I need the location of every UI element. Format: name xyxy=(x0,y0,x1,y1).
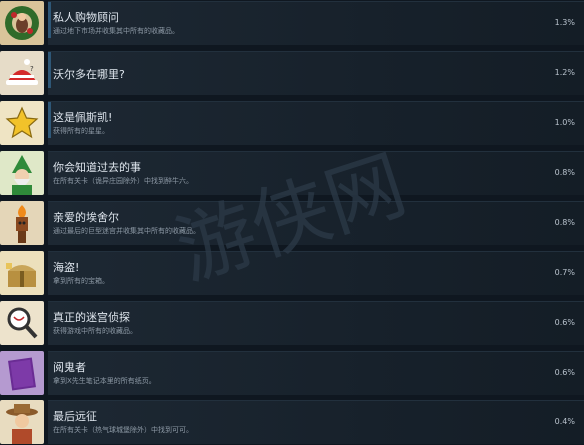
achievement-title: 海盗! xyxy=(53,261,80,274)
purple-notebook-icon xyxy=(0,351,44,395)
achievement-panel: 沃尔多在哪里? 1.2% xyxy=(48,51,584,95)
explorer-girl-icon xyxy=(0,400,44,444)
achievement-title: 沃尔多在哪里? xyxy=(53,68,125,81)
achievement-title: 你会知道过去的事 xyxy=(53,161,141,174)
magnifying-glass-icon xyxy=(0,301,44,345)
achievement-title: 这是佩斯凯! xyxy=(53,111,113,124)
unlock-percentage: 0.8% xyxy=(554,168,575,177)
elf-with-wreath-icon xyxy=(0,1,44,45)
tiki-torch-icon xyxy=(0,201,44,245)
unlock-percentage: 0.6% xyxy=(554,368,575,377)
treasure-chest-icon xyxy=(0,251,44,295)
unlock-percentage: 1.2% xyxy=(554,68,575,77)
achievement-list: 私人购物顾问 通过地下市场并收集其中所有的收藏品。 1.3% ? 沃尔多在哪里?… xyxy=(0,0,584,445)
achievement-title: 私人购物顾问 xyxy=(53,11,119,24)
unlock-percentage: 0.4% xyxy=(554,417,575,426)
gold-star-icon xyxy=(0,101,44,145)
achievement-panel: 阅鬼者 拿到X先生笔记本里的所有纸页。 0.6% xyxy=(48,351,584,395)
achievement-title: 亲爱的埃舍尔 xyxy=(53,211,119,224)
achievement-panel: 海盗! 拿到所有的宝箱。 0.7% xyxy=(48,251,584,295)
achievement-panel: 最后远征 在所有关卡（热气球城堡除外）中找到可可。 0.4% xyxy=(48,400,584,444)
achievement-row[interactable]: 私人购物顾问 通过地下市场并收集其中所有的收藏品。 1.3% xyxy=(0,0,584,46)
progress-bar xyxy=(48,52,51,88)
achievement-title: 阅鬼者 xyxy=(53,361,86,374)
achievement-row[interactable]: 海盗! 拿到所有的宝箱。 0.7% xyxy=(0,250,584,296)
unlock-percentage: 1.0% xyxy=(554,118,575,127)
achievement-description: 在所有关卡（热气球城堡除外）中找到可可。 xyxy=(53,426,193,434)
achievement-panel: 你会知道过去的事 在所有关卡（诡异庄园除外）中找到醉牛六。 0.8% xyxy=(48,151,584,195)
achievement-row[interactable]: 阅鬼者 拿到X先生笔记本里的所有纸页。 0.6% xyxy=(0,350,584,396)
achievement-panel: 私人购物顾问 通过地下市场并收集其中所有的收藏品。 1.3% xyxy=(48,1,584,45)
unlock-percentage: 1.3% xyxy=(554,18,575,27)
achievement-row[interactable]: 这是佩斯凯! 获得所有的星星。 1.0% xyxy=(0,100,584,146)
achievement-title: 最后远征 xyxy=(53,410,97,423)
achievement-description: 拿到X先生笔记本里的所有纸页。 xyxy=(53,377,156,385)
progress-bar xyxy=(48,102,51,138)
achievement-panel: 亲爱的埃舍尔 通过最后的巨型迷宫并收集其中所有的收藏品。 0.8% xyxy=(48,201,584,245)
unlock-percentage: 0.6% xyxy=(554,318,575,327)
achievement-row[interactable]: ? 沃尔多在哪里? 1.2% xyxy=(0,50,584,96)
achievement-description: 通过地下市场并收集其中所有的收藏品。 xyxy=(53,27,179,35)
green-wizard-icon xyxy=(0,151,44,195)
svg-text:?: ? xyxy=(30,65,34,73)
achievement-row[interactable]: 真正的迷宫侦探 获得游戏中所有的收藏品。 0.6% xyxy=(0,300,584,346)
achievement-description: 通过最后的巨型迷宫并收集其中所有的收藏品。 xyxy=(53,227,200,235)
unlock-percentage: 0.7% xyxy=(554,268,575,277)
achievement-row[interactable]: 最后远征 在所有关卡（热气球城堡除外）中找到可可。 0.4% xyxy=(0,399,584,445)
unlock-percentage: 0.8% xyxy=(554,218,575,227)
achievement-description: 拿到所有的宝箱。 xyxy=(53,277,109,285)
achievement-panel: 这是佩斯凯! 获得所有的星星。 1.0% xyxy=(48,101,584,145)
red-striped-hat-icon: ? xyxy=(0,51,44,95)
progress-bar xyxy=(48,2,51,38)
achievement-panel: 真正的迷宫侦探 获得游戏中所有的收藏品。 0.6% xyxy=(48,301,584,345)
achievement-description: 在所有关卡（诡异庄园除外）中找到醉牛六。 xyxy=(53,177,193,185)
achievement-row[interactable]: 你会知道过去的事 在所有关卡（诡异庄园除外）中找到醉牛六。 0.8% xyxy=(0,150,584,196)
achievement-row[interactable]: 亲爱的埃舍尔 通过最后的巨型迷宫并收集其中所有的收藏品。 0.8% xyxy=(0,200,584,246)
achievement-description: 获得游戏中所有的收藏品。 xyxy=(53,327,137,335)
achievement-title: 真正的迷宫侦探 xyxy=(53,311,130,324)
achievement-description: 获得所有的星星。 xyxy=(53,127,109,135)
